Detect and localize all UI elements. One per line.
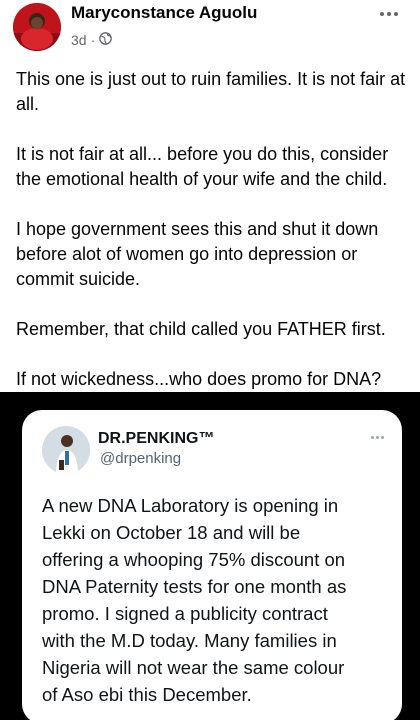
tweet-line: offering a whooping 75% discount on: [42, 549, 346, 570]
post-text: This one is just out to ruin families. I…: [16, 67, 408, 392]
tweet-line: of Aso ebi this December.: [42, 684, 252, 705]
globe-icon[interactable]: [99, 32, 113, 48]
post-header: Maryconstance Aguolu 3d ·: [0, 0, 420, 62]
post-image[interactable]: DR.PENKING™ @drpenking A new DNA Laborat…: [0, 392, 420, 724]
post-paragraph: It is not fair at all... before you do t…: [16, 144, 389, 189]
post-paragraph: If not wickedness...who does promo for D…: [16, 369, 382, 389]
tweet-card: DR.PENKING™ @drpenking A new DNA Laborat…: [22, 410, 402, 724]
post-meta: 3d ·: [71, 31, 113, 49]
meta-separator: ·: [90, 32, 96, 48]
tweet-line: Lekki on October 18 and will be: [42, 522, 301, 543]
tweet-line: DNA Paternity tests for one month as: [42, 576, 347, 597]
tweet-line: A new DNA Laboratory is opening in: [42, 495, 339, 516]
post-paragraph: Remember, that child called you FATHER f…: [16, 319, 386, 339]
tweet-line: promo. I signed a publicity contract: [42, 603, 328, 624]
more-horizontal-icon[interactable]: [374, 6, 404, 22]
tweet-line: Nigeria will not wear the same colour: [42, 657, 345, 678]
tweet-avatar: [42, 426, 90, 474]
post-paragraph: This one is just out to ruin families. I…: [16, 69, 406, 114]
author-name[interactable]: Maryconstance Aguolu: [71, 3, 257, 23]
author-avatar[interactable]: [13, 3, 61, 51]
post-paragraph: I hope government sees this and shut it …: [16, 219, 379, 289]
tweet-line: with the M.D today. Many families in: [42, 630, 337, 651]
more-horizontal-icon: [366, 432, 388, 442]
tweet-text: A new DNA Laboratory is opening in Lekki…: [42, 492, 392, 708]
post-time[interactable]: 3d: [71, 32, 87, 48]
tweet-author-name: DR.PENKING™: [98, 430, 215, 447]
tweet-author-handle: @drpenking: [100, 450, 182, 467]
